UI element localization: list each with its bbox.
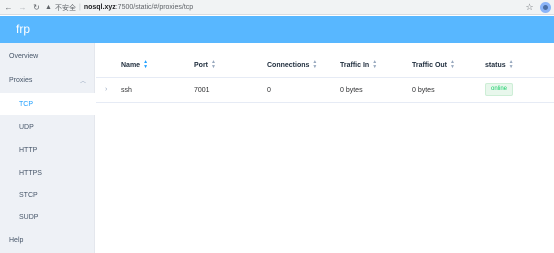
sidebar-item-label: STCP bbox=[19, 191, 38, 199]
chevron-up-icon: ︿ bbox=[80, 78, 87, 85]
security-label: 不安全 bbox=[55, 4, 76, 12]
sidebar: Overview Proxies ︿ TCP UDP HTTP HTTPS ST… bbox=[0, 43, 95, 253]
profile-avatar-icon[interactable] bbox=[540, 2, 551, 13]
back-arrow-icon[interactable]: ← bbox=[3, 2, 14, 13]
sort-icon[interactable]: ▲ ▼ bbox=[211, 60, 216, 70]
column-header-traffic-in[interactable]: Traffic In ▲ ▼ bbox=[340, 60, 377, 70]
sidebar-item-overview[interactable]: Overview bbox=[0, 45, 95, 67]
sidebar-item-label: UDP bbox=[19, 123, 34, 131]
sidebar-item-label: SUDP bbox=[19, 213, 39, 221]
sidebar-item-help[interactable]: Help bbox=[0, 229, 95, 251]
warning-icon: ▲ bbox=[45, 4, 52, 11]
cell-name: ssh bbox=[121, 87, 132, 94]
column-header-label: Name bbox=[121, 61, 141, 69]
sidebar-item-http[interactable]: HTTP bbox=[0, 139, 95, 161]
column-header-label: Connections bbox=[267, 61, 310, 69]
sidebar-item-label: Overview bbox=[9, 52, 39, 60]
column-header-status[interactable]: status ▲ ▼ bbox=[485, 60, 514, 70]
sidebar-item-stcp[interactable]: STCP bbox=[0, 184, 95, 206]
sidebar-item-label: Help bbox=[9, 236, 24, 244]
column-header-traffic-out[interactable]: Traffic Out ▲ ▼ bbox=[412, 60, 455, 70]
cell-port: 7001 bbox=[194, 87, 210, 94]
browser-toolbar: ← → ↻ ▲ 不安全 | nosql.xyz :7500/static/#/p… bbox=[0, 0, 554, 15]
app-title[interactable]: frp bbox=[16, 22, 30, 36]
sidebar-item-tcp[interactable]: TCP bbox=[0, 93, 95, 115]
sort-icon[interactable]: ▲ ▼ bbox=[312, 60, 317, 70]
sort-icon[interactable]: ▲ ▼ bbox=[509, 60, 514, 70]
sidebar-item-proxies[interactable]: Proxies ︿ bbox=[0, 69, 95, 91]
column-header-connections[interactable]: Connections ▲ ▼ bbox=[267, 60, 317, 70]
sidebar-item-label: Proxies bbox=[9, 76, 33, 84]
address-bar[interactable]: ▲ 不安全 | nosql.xyz :7500/static/#/proxies… bbox=[44, 2, 193, 13]
address-separator: | bbox=[79, 4, 81, 11]
expand-row-chevron-icon[interactable]: › bbox=[105, 86, 107, 93]
row-divider bbox=[96, 102, 554, 103]
column-header-name[interactable]: Name ▲ ▼ bbox=[121, 60, 148, 70]
proxies-table: Name ▲ ▼ Port ▲ ▼ Connections ▲ ▼ Traffic I… bbox=[96, 43, 554, 253]
header-divider bbox=[96, 77, 554, 78]
status-badge: online bbox=[485, 83, 514, 96]
url-host: nosql.xyz bbox=[83, 4, 116, 11]
column-header-port[interactable]: Port ▲ ▼ bbox=[194, 60, 216, 70]
sort-icon[interactable]: ▲ ▼ bbox=[450, 60, 455, 70]
column-header-label: Traffic Out bbox=[412, 61, 448, 69]
cell-traffic-in: 0 bytes bbox=[340, 87, 363, 94]
column-header-label: status bbox=[485, 61, 506, 69]
sidebar-item-label: TCP bbox=[19, 100, 33, 108]
sidebar-item-label: HTTP bbox=[19, 146, 38, 154]
sort-icon[interactable]: ▲ ▼ bbox=[143, 60, 148, 70]
app-header: frp bbox=[0, 16, 554, 43]
reload-icon[interactable]: ↻ bbox=[31, 2, 42, 13]
bookmark-star-icon[interactable]: ☆ bbox=[524, 2, 535, 13]
sidebar-item-sudp[interactable]: SUDP bbox=[0, 206, 95, 228]
column-header-label: Traffic In bbox=[340, 61, 370, 69]
forward-arrow-icon[interactable]: → bbox=[17, 2, 28, 13]
profile-avatar-glyph bbox=[543, 5, 548, 10]
sidebar-item-label: HTTPS bbox=[19, 169, 42, 177]
cell-connections: 0 bbox=[267, 87, 271, 94]
column-header-label: Port bbox=[194, 61, 208, 69]
cell-traffic-out: 0 bytes bbox=[412, 87, 435, 94]
url-path: :7500/static/#/proxies/tcp bbox=[115, 4, 194, 11]
sort-icon[interactable]: ▲ ▼ bbox=[372, 60, 377, 70]
sidebar-item-udp[interactable]: UDP bbox=[0, 116, 95, 138]
sidebar-item-https[interactable]: HTTPS bbox=[0, 162, 95, 184]
